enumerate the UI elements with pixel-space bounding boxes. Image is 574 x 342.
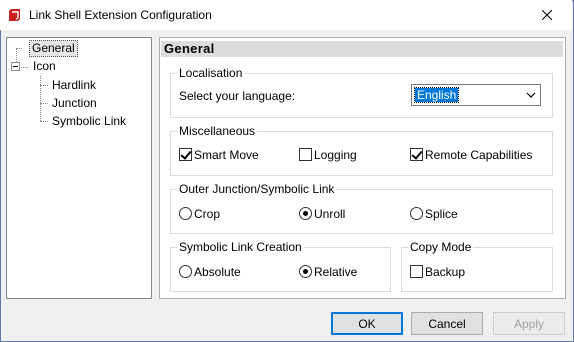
tree-item-hardlink[interactable]: Hardlink	[52, 78, 96, 93]
language-select[interactable]: English	[411, 84, 541, 106]
absolute-radio[interactable]	[179, 265, 192, 278]
collapse-icon[interactable]	[11, 62, 20, 71]
unroll-label[interactable]: Unroll	[314, 207, 345, 221]
tree-item-icon[interactable]: Icon	[33, 59, 56, 74]
localisation-legend: Localisation	[177, 66, 245, 80]
page-title: General	[161, 41, 563, 57]
language-label: Select your language:	[179, 89, 296, 103]
chevron-down-icon	[526, 92, 536, 98]
miscellaneous-legend: Miscellaneous	[177, 124, 258, 138]
tree-connector	[40, 103, 48, 104]
unroll-radio[interactable]	[299, 207, 312, 220]
smart-move-label[interactable]: Smart Move	[194, 148, 259, 162]
symlink-creation-legend: Symbolic Link Creation	[177, 240, 304, 254]
apply-button[interactable]: Apply	[493, 312, 565, 335]
tree-connector	[40, 76, 41, 121]
logging-label[interactable]: Logging	[314, 148, 357, 162]
tree-connector	[40, 121, 48, 122]
absolute-label[interactable]: Absolute	[194, 265, 241, 279]
outer-junction-legend: Outer Junction/Symbolic Link	[177, 182, 337, 196]
tree-connector	[16, 48, 17, 62]
tree-connector	[21, 67, 28, 68]
splice-radio[interactable]	[410, 207, 423, 220]
backup-label[interactable]: Backup	[425, 265, 465, 279]
relative-label[interactable]: Relative	[314, 265, 357, 279]
window-title: Link Shell Extension Configuration	[29, 8, 212, 22]
relative-radio[interactable]	[299, 265, 312, 278]
remote-capabilities-label[interactable]: Remote Capabilities	[425, 148, 532, 162]
logging-checkbox[interactable]	[299, 148, 312, 161]
tree-item-symbolic-link[interactable]: Symbolic Link	[52, 114, 126, 129]
smart-move-checkbox[interactable]	[179, 148, 192, 161]
title-bar[interactable]: Link Shell Extension Configuration	[0, 0, 572, 30]
remote-capabilities-checkbox[interactable]	[410, 148, 423, 161]
language-value: English	[413, 87, 460, 103]
tree-item-general[interactable]: General	[29, 40, 78, 57]
close-icon	[542, 10, 552, 20]
tree-item-junction[interactable]: Junction	[52, 96, 97, 111]
cancel-button[interactable]: Cancel	[411, 312, 483, 335]
link-shell-app-icon	[8, 8, 22, 22]
close-button[interactable]	[524, 0, 570, 30]
tree-connector	[40, 85, 48, 86]
settings-tree[interactable]	[6, 37, 152, 299]
splice-label[interactable]: Splice	[425, 207, 458, 221]
copy-mode-legend: Copy Mode	[408, 240, 474, 254]
ok-button[interactable]: OK	[331, 312, 403, 335]
crop-radio[interactable]	[179, 207, 192, 220]
crop-label[interactable]: Crop	[194, 207, 220, 221]
backup-checkbox[interactable]	[410, 265, 423, 278]
